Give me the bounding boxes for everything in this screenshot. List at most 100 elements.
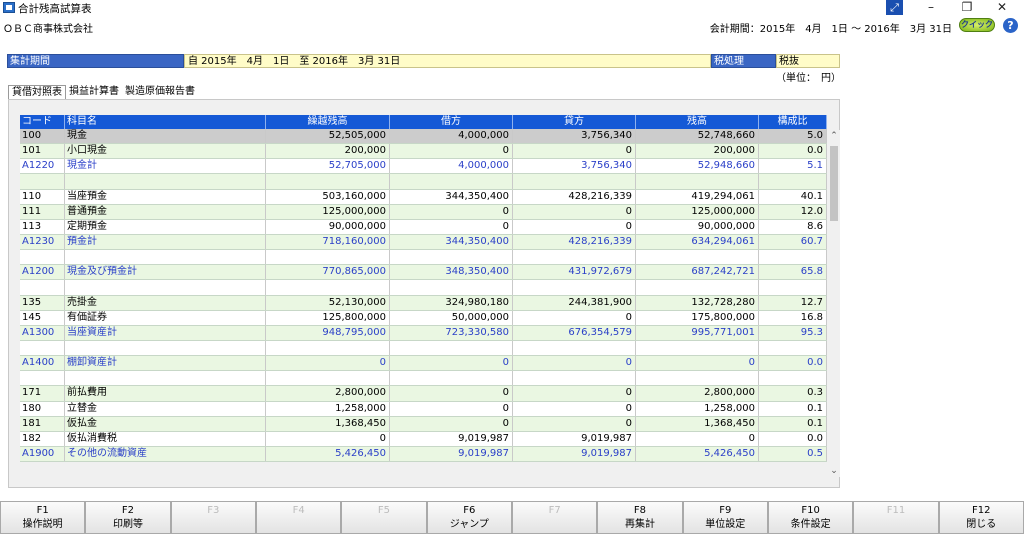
table-row[interactable] [20,174,827,190]
cell-ratio: 0.3 [759,386,827,401]
cell-credit [513,174,636,189]
table-row[interactable]: A1220 現金計 52,705,000 4,000,000 3,756,340 52,9… [20,159,827,175]
fkey-number: F3 [207,505,220,516]
cell-name [65,371,266,386]
tab-income-statement[interactable]: 損益計算書 [66,85,122,99]
cell-code [20,250,65,265]
tab-manufacturing-cost[interactable]: 製造原価報告書 [122,85,198,99]
table-row[interactable]: A1300 当座資産計 948,795,000 723,330,580 676,354,… [20,325,827,341]
cell-debit: 0 [390,144,513,159]
cell-balance: 52,948,660 [636,159,759,174]
table-header: コード 科目名 繰越残高 借方 貸方 残高 構成比 [20,115,827,129]
cell-carry: 718,160,000 [266,234,390,250]
cell-credit: 3,756,340 [513,159,636,174]
table-row[interactable]: 181 仮払金 1,368,450 0 0 1,368,450 0.1 [20,416,827,432]
scroll-thumb[interactable] [830,146,838,221]
table-row[interactable] [20,371,827,387]
table-row[interactable]: 111 普通預金 125,000,000 0 0 125,000,000 12.0 [20,204,827,220]
fkey-label: 単位設定 [705,519,746,530]
cell-credit [513,280,636,295]
cell-debit: 0 [390,416,513,431]
table-row[interactable]: 100 現金 52,505,000 4,000,000 3,756,340 52,748,… [20,129,827,145]
table-row[interactable] [20,250,827,266]
cell-credit: 0 [513,356,636,371]
close-button[interactable]: ✕ [988,0,1016,16]
table-row[interactable]: 145 有価証券 125,800,000 50,000,000 0 175,800,000… [20,310,827,326]
app-icon [3,2,15,13]
table-row[interactable]: 171 前払費用 2,800,000 0 0 2,800,000 0.3 [20,386,827,402]
fkey-f12-button[interactable]: F12 閉じる [938,501,1024,534]
fkey-f7-button: F7 [511,501,598,534]
table-row[interactable]: 113 定期預金 90,000,000 0 0 90,000,000 8.6 [20,219,827,235]
table-row[interactable]: 182 仮払消費税 0 9,019,987 9,019,987 0 0.0 [20,431,827,447]
table-row[interactable] [20,280,827,296]
table-row[interactable]: A1230 預金計 718,160,000 344,350,400 428,216,33… [20,234,827,251]
fkey-f1-button[interactable]: F1 操作説明 [0,501,86,534]
quick-button[interactable]: クイック [959,18,995,32]
table-row[interactable]: A1400 棚卸資産計 0 0 0 0 0.0 [20,356,827,372]
cell-balance: 995,771,001 [636,325,759,340]
cell-code: 111 [20,204,65,219]
fkey-f11-button: F11 [853,501,939,534]
vertical-scrollbar[interactable]: ⌃ ⌄ [828,130,840,477]
cell-name [65,250,266,265]
cell-code: A1230 [20,234,65,250]
cell-code: 182 [20,431,65,446]
cell-ratio [759,280,827,295]
col-ratio[interactable]: 構成比 [759,115,827,129]
fiscal-period: 会計期間：2015年 4月 1日 ～ 2016年 3月 31日 [709,24,952,35]
fkey-f8-button[interactable]: F8 再集計 [597,501,683,534]
minimize-button[interactable]: – [917,0,945,16]
cell-debit [390,340,513,356]
fkey-f2-button[interactable]: F2 印刷等 [85,501,171,534]
table-row[interactable]: 135 売掛金 52,130,000 324,980,180 244,381,900 13… [20,295,827,311]
unit-label: （単位： 円） [776,73,841,84]
table-row[interactable]: A1900 その他の流動資産 5,426,450 9,019,987 9,019,987… [20,446,827,463]
cell-ratio [759,371,827,386]
col-debit[interactable]: 借方 [390,115,513,129]
col-balance[interactable]: 残高 [636,115,759,129]
col-carry-forward[interactable]: 繰越残高 [266,115,390,129]
table-row[interactable]: 180 立替金 1,258,000 0 0 1,258,000 0.1 [20,401,827,417]
fkey-label: 条件設定 [790,519,831,530]
cell-ratio [759,250,827,265]
cell-carry: 503,160,000 [266,189,390,204]
fkey-number: F12 [972,505,991,516]
cell-code: A1200 [20,265,65,280]
fkey-number: F2 [121,505,135,516]
fkey-f6-button[interactable]: F6 ジャンプ [426,501,512,534]
cell-credit: 3,756,340 [513,129,636,144]
cell-code: A1400 [20,356,65,371]
table-row[interactable]: 110 当座預金 503,160,000 344,350,400 428,216,339… [20,189,827,205]
cell-balance: 90,000,000 [636,219,759,234]
col-credit[interactable]: 貸方 [513,115,636,129]
cell-balance: 0 [636,356,759,371]
expand-icon[interactable]: ⤢ [886,0,903,15]
cell-ratio [759,174,827,189]
scroll-up-icon[interactable]: ⌃ [828,130,840,142]
cell-credit: 0 [513,310,636,325]
table-row[interactable]: A1200 現金及び預金計 770,865,000 348,350,400 431,97… [20,265,827,281]
fkey-f10-button[interactable]: F10 条件設定 [767,501,854,534]
fkey-number: F6 [463,505,476,516]
cell-balance: 0 [636,431,759,446]
col-account-name[interactable]: 科目名 [65,115,266,129]
table-row[interactable] [20,340,827,357]
help-icon[interactable]: ? [1003,18,1018,33]
fkey-f9-button[interactable]: F9 単位設定 [682,501,768,534]
cell-balance [636,250,759,265]
fkey-number: F7 [548,505,561,516]
cell-name: 小口現金 [65,144,266,159]
cell-carry: 52,705,000 [266,159,390,174]
scroll-down-icon[interactable]: ⌄ [828,465,840,477]
col-code[interactable]: コード [20,115,65,129]
cell-ratio: 12.0 [759,204,827,219]
fkey-label: 再集計 [624,519,655,530]
table-row[interactable]: 101 小口現金 200,000 0 0 200,000 0.0 [20,144,827,160]
fkey-number: F5 [377,505,391,516]
cell-credit: 0 [513,204,636,219]
cell-debit: 9,019,987 [390,446,513,462]
restore-button[interactable]: ❐ [953,0,981,16]
tab-balance-sheet[interactable]: 貸借対照表 [8,85,66,99]
tax-label: 税処理 [711,54,776,68]
